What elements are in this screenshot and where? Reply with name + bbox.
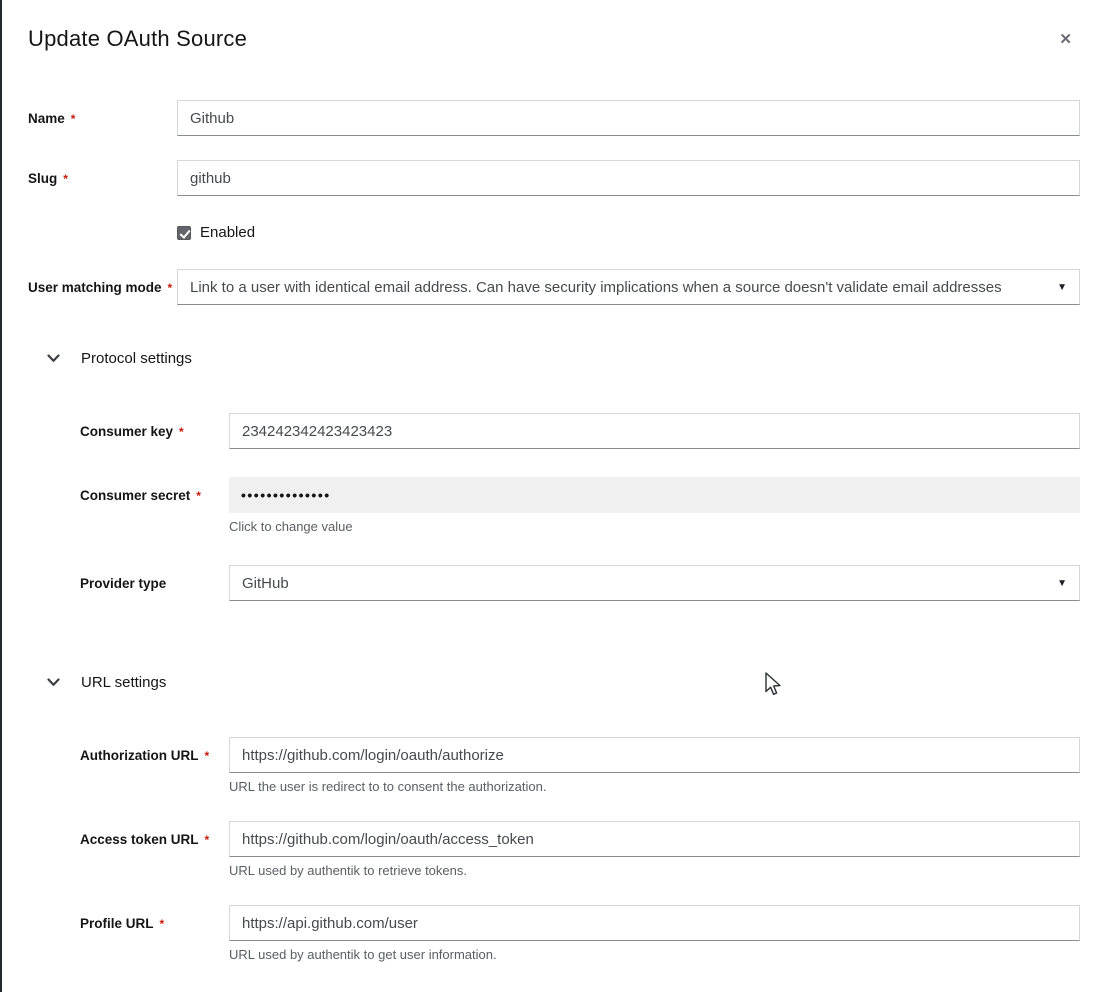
required-asterisk: * [168, 281, 173, 295]
protocol-settings-toggle[interactable]: Protocol settings [28, 348, 1080, 368]
update-oauth-source-modal: Update OAuth Source ✕ Name* Slug* [0, 0, 1104, 992]
consumer-secret-masked-value: •••••••••••••• [241, 487, 331, 503]
profile-url-row: Profile URL* URL used by authentik to ge… [80, 905, 1080, 962]
access-token-url-row: Access token URL* URL used by authentik … [80, 821, 1080, 878]
close-icon: ✕ [1059, 31, 1072, 48]
authorization-url-label: Authorization URL* [80, 737, 229, 765]
consumer-key-label: Consumer key* [80, 413, 229, 441]
required-asterisk: * [160, 917, 165, 931]
profile-url-label: Profile URL* [80, 905, 229, 933]
profile-url-input[interactable] [229, 905, 1080, 941]
required-asterisk: * [179, 425, 184, 439]
required-asterisk: * [204, 749, 209, 763]
oauth-source-form: Name* Slug* Enabled User matching mode* [2, 100, 1104, 962]
url-settings-section: URL settings Authorization URL* URL the … [28, 672, 1080, 962]
consumer-secret-field[interactable]: •••••••••••••• [229, 477, 1080, 513]
required-asterisk: * [71, 112, 76, 126]
caret-down-icon: ▼ [1045, 282, 1067, 293]
url-settings-body: Authorization URL* URL the user is redir… [28, 737, 1080, 962]
name-field-row: Name* [28, 100, 1080, 136]
required-asterisk: * [205, 833, 210, 847]
enabled-label: Enabled [200, 224, 255, 241]
consumer-key-input[interactable] [229, 413, 1080, 449]
required-asterisk: * [63, 172, 68, 186]
chevron-down-icon [47, 354, 60, 363]
provider-type-select[interactable]: GitHub ▼ [229, 565, 1080, 601]
user-matching-mode-select[interactable]: Link to a user with identical email addr… [177, 269, 1080, 305]
provider-type-label: Provider type [80, 565, 229, 593]
authorization-url-input[interactable] [229, 737, 1080, 773]
slug-label: Slug* [28, 160, 177, 188]
consumer-secret-row: Consumer secret* •••••••••••••• Click to… [80, 477, 1080, 534]
caret-down-icon: ▼ [1045, 578, 1067, 589]
enabled-field-row: Enabled [177, 224, 1080, 241]
slug-input[interactable] [177, 160, 1080, 196]
close-button[interactable]: ✕ [1053, 30, 1078, 49]
name-label: Name* [28, 100, 177, 128]
access-token-url-input[interactable] [229, 821, 1080, 857]
authorization-url-row: Authorization URL* URL the user is redir… [80, 737, 1080, 794]
consumer-key-row: Consumer key* [80, 413, 1080, 449]
url-settings-toggle[interactable]: URL settings [28, 672, 1080, 692]
authorization-url-help: URL the user is redirect to to consent t… [229, 779, 1080, 794]
chevron-down-icon [47, 678, 60, 687]
protocol-settings-body: Consumer key* Consumer secret* •••••••••… [28, 413, 1080, 601]
access-token-url-label: Access token URL* [80, 821, 229, 849]
enabled-checkbox[interactable] [177, 226, 191, 240]
required-asterisk: * [196, 489, 201, 503]
user-matching-mode-row: User matching mode* Link to a user with … [28, 269, 1080, 305]
user-matching-mode-label: User matching mode* [28, 269, 177, 297]
slug-field-row: Slug* [28, 160, 1080, 196]
section-title: Protocol settings [81, 350, 192, 367]
access-token-url-help: URL used by authentik to retrieve tokens… [229, 863, 1080, 878]
modal-header: Update OAuth Source ✕ [2, 0, 1104, 54]
modal-title: Update OAuth Source [28, 24, 247, 54]
provider-type-value: GitHub [242, 575, 289, 592]
name-input[interactable] [177, 100, 1080, 136]
section-title: URL settings [81, 674, 166, 691]
protocol-settings-section: Protocol settings Consumer key* Consumer… [28, 348, 1080, 601]
consumer-secret-help: Click to change value [229, 519, 1080, 534]
consumer-secret-label: Consumer secret* [80, 477, 229, 505]
user-matching-mode-value: Link to a user with identical email addr… [190, 279, 1002, 296]
provider-type-row: Provider type GitHub ▼ [80, 565, 1080, 601]
profile-url-help: URL used by authentik to get user inform… [229, 947, 1080, 962]
